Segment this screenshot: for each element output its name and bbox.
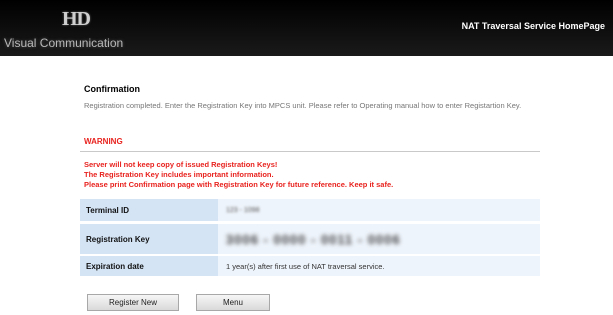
expiration-date-label: Expiration date [80, 256, 218, 276]
terminal-id-row: Terminal ID 123 - 1098 [80, 199, 540, 221]
warning-line: The Registration Key includes important … [84, 170, 274, 179]
terminal-id-label: Terminal ID [80, 199, 218, 221]
registration-key-label: Registration Key [80, 224, 218, 254]
nat-homepage-link[interactable]: NAT Traversal Service HomePage [462, 21, 605, 31]
warning-message: Server will not keep copy of issued Regi… [84, 160, 393, 190]
intro-text: Registration completed. Enter the Regist… [84, 101, 522, 110]
register-new-button[interactable]: Register New [87, 294, 179, 311]
divider [80, 151, 540, 152]
terminal-id-value: 123 - 1098 [226, 206, 260, 214]
warning-line: Please print Confirmation page with Regi… [84, 180, 394, 189]
warning-line: Server will not keep copy of issued Regi… [84, 160, 278, 169]
registration-key-row: Registration Key 3006 - 0000 - 0011 - 00… [80, 224, 540, 254]
expiration-date-value: 1 year(s) after first use of NAT travers… [226, 261, 385, 271]
menu-button[interactable]: Menu [196, 294, 270, 311]
registration-key-value: 3006 - 0000 - 0011 - 0006 [226, 231, 401, 247]
expiration-date-row: Expiration date 1 year(s) after first us… [80, 256, 540, 276]
warning-title: WARNING [84, 137, 123, 146]
logo: HD Visual Communication [4, 6, 154, 52]
logo-subtitle: Visual Communication [4, 36, 124, 50]
logo-mark: HD [62, 8, 91, 30]
page-header: HD Visual Communication NAT Traversal Se… [0, 0, 613, 56]
page-title: Confirmation [84, 84, 140, 94]
